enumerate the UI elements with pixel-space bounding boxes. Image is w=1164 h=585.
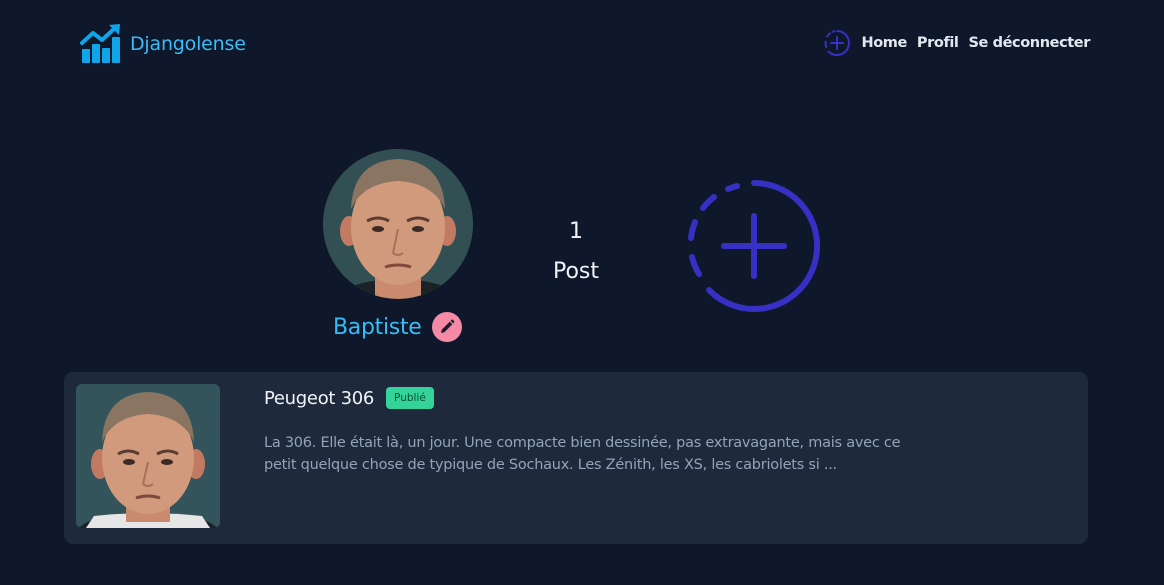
chart-growth-icon [80,24,120,63]
avatar-portrait-image [323,149,473,299]
profile-avatar [323,149,473,299]
nav-logout-link[interactable]: Se déconnecter [969,35,1091,51]
post-count-stat: 1 Post [526,217,626,287]
status-badge: Publié [386,387,434,409]
nav-home-link[interactable]: Home [861,35,907,51]
pencil-icon [440,319,454,333]
profile-username: Baptiste [333,314,422,340]
add-post-icon[interactable] [822,28,852,58]
post-count-label: Post [552,259,600,284]
post-title-row: Peugeot 306 Publié [264,387,434,409]
edit-profile-button[interactable] [431,312,462,342]
top-navbar: Djangolense Home Profil Se déconnecter [0,0,1164,92]
post-title[interactable]: Peugeot 306 [264,388,374,409]
brand-link[interactable]: Djangolense [80,23,246,65]
brand-name: Djangolense [130,33,246,55]
post-thumbnail-image [76,384,220,528]
nav-profile-link[interactable]: Profil [917,35,959,51]
main-nav: Home Profil Se déconnecter [822,28,1090,58]
post-excerpt: La 306. Elle était là, un jour. Une comp… [264,435,901,473]
add-post-large-icon[interactable] [683,175,825,317]
post-count-value: 1 [569,219,583,244]
post-thumbnail[interactable] [76,384,220,528]
username-row: Baptiste [333,312,462,342]
post-card[interactable]: Peugeot 306 Publié La 306. Elle était là… [64,372,1088,544]
